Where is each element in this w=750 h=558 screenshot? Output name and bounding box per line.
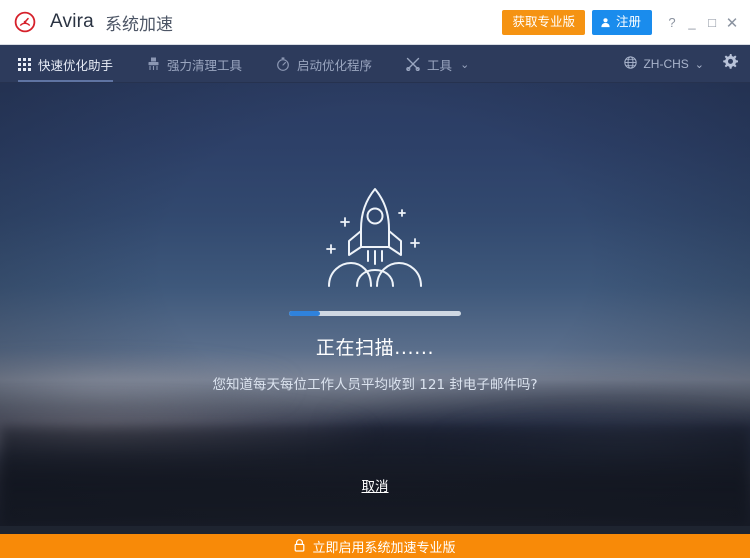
minimize-button[interactable]: _ — [682, 15, 702, 30]
register-button[interactable]: 注册 — [591, 10, 652, 35]
title-bar-actions: 获取专业版 注册 ? _ □ ✕ — [502, 0, 742, 45]
close-button[interactable]: ✕ — [722, 14, 742, 32]
brush-icon — [147, 57, 160, 71]
lock-icon — [294, 537, 305, 556]
brand-area: Avira 系统加速 — [10, 7, 173, 37]
get-pro-button[interactable]: 获取专业版 — [502, 10, 585, 35]
avira-system-speedup-window: Avira 系统加速 获取专业版 注册 ? _ □ ✕ 快速优化助手 强力清理工… — [0, 0, 750, 558]
upgrade-banner[interactable]: 立即启用系统加速专业版 — [0, 534, 750, 558]
register-label: 注册 — [615, 14, 641, 30]
chevron-down-icon: ⌄ — [694, 58, 704, 71]
cancel-link[interactable]: 取消 — [362, 475, 389, 495]
nav-tab-startup-optimizer[interactable]: 启动优化程序 — [276, 45, 372, 83]
avira-gauge-icon — [10, 7, 40, 37]
nav-tab-tools[interactable]: 工具 ⌄ — [406, 45, 469, 83]
grid-dots-icon — [18, 57, 31, 71]
navigation-bar: 快速优化助手 强力清理工具 启动优化程序 工具 ⌄ ZH-CHS ⌄ — [0, 45, 750, 83]
footer-divider — [0, 526, 750, 534]
nav-tab-label: 快速优化助手 — [38, 57, 114, 73]
globe-icon — [624, 56, 638, 72]
nav-tab-power-cleaner[interactable]: 强力清理工具 — [147, 45, 242, 83]
nav-right-actions: ZH-CHS ⌄ — [624, 45, 738, 83]
scan-tip-text: 您知道每天每位工作人员平均收到 121 封电子邮件吗? — [212, 377, 538, 393]
tools-icon — [406, 57, 420, 71]
window-controls: ? _ □ ✕ — [662, 14, 742, 32]
nav-tab-quick-optimizer[interactable]: 快速优化助手 — [18, 45, 114, 83]
maximize-button[interactable]: □ — [702, 15, 722, 30]
chevron-down-icon: ⌄ — [460, 57, 470, 71]
nav-items: 快速优化助手 强力清理工具 启动优化程序 工具 ⌄ — [18, 45, 503, 83]
brand-name: Avira — [50, 11, 94, 32]
product-name: 系统加速 — [104, 14, 173, 35]
nav-tab-label: 工具 — [427, 57, 453, 73]
nav-tab-label: 强力清理工具 — [167, 57, 243, 73]
settings-button[interactable] — [722, 54, 738, 74]
rocket-launch-icon — [315, 183, 435, 291]
scan-panel: 正在扫描...... 您知道每天每位工作人员平均收到 121 封电子邮件吗? 取… — [0, 83, 750, 526]
nav-tab-label: 启动优化程序 — [297, 57, 373, 73]
language-selector[interactable]: ZH-CHS ⌄ — [624, 56, 704, 72]
stopwatch-icon — [276, 57, 290, 71]
scan-progress-bar[interactable] — [289, 311, 461, 316]
help-button[interactable]: ? — [662, 15, 682, 30]
gear-icon — [722, 54, 738, 74]
upgrade-banner-label: 立即启用系统加速专业版 — [312, 540, 456, 556]
main-content-area: 正在扫描...... 您知道每天每位工作人员平均收到 121 封电子邮件吗? 取… — [0, 83, 750, 526]
user-icon — [601, 17, 610, 27]
scan-status-title: 正在扫描...... — [315, 337, 435, 359]
title-bar: Avira 系统加速 获取专业版 注册 ? _ □ ✕ — [0, 0, 750, 45]
scan-progress-fill — [289, 311, 320, 316]
language-label: ZH-CHS — [643, 57, 689, 71]
